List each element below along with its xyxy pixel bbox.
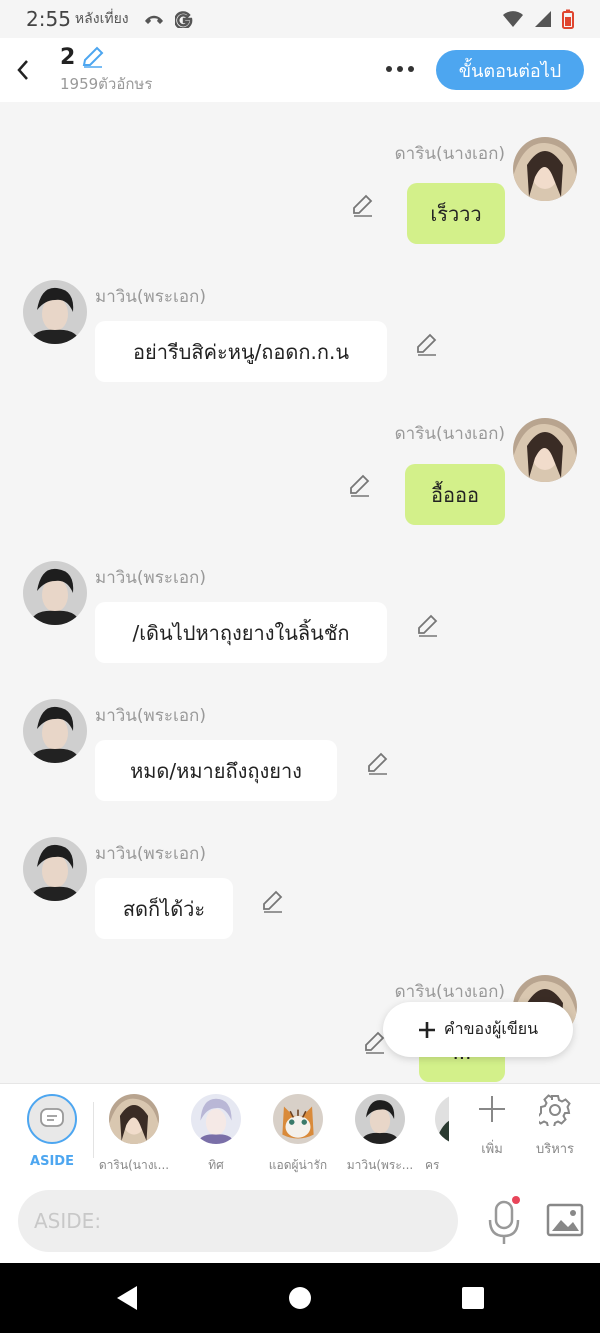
- sender-name: ดาริน(นางเอก): [394, 424, 505, 444]
- message-bubble[interactable]: อื้อออ: [405, 464, 505, 525]
- sender-name: ดาริน(นางเอก): [394, 982, 505, 1002]
- add-character-button[interactable]: เพิ่ม: [462, 1094, 522, 1159]
- character-admin[interactable]: แอดผู้น่ารัก: [253, 1094, 343, 1175]
- chat-bubble-icon: [40, 1108, 64, 1127]
- system-nav-bar: [0, 1263, 600, 1333]
- back-button[interactable]: [0, 47, 46, 93]
- edit-title-icon[interactable]: [81, 45, 105, 69]
- chat-area: ดาริน(นางเอก) เร็ววว มาวิน(พระเอก) อย่าร…: [0, 102, 600, 1082]
- sender-name: มาวิน(พระเอก): [95, 287, 206, 307]
- manage-label: บริหาร: [535, 1142, 575, 1157]
- avatar-mawin[interactable]: [23, 561, 87, 625]
- character-bar: ASIDE ดาริน(นางเ... ทิศ แอดผู้น่ารัก มาว…: [0, 1083, 600, 1178]
- character-mawin[interactable]: มาวิน(พระ...: [335, 1094, 425, 1175]
- nav-recents-button[interactable]: [458, 1283, 488, 1313]
- message-input[interactable]: [34, 1209, 458, 1233]
- edit-message-icon[interactable]: [350, 192, 376, 218]
- avatar-mawin[interactable]: [23, 699, 87, 763]
- message-bubble[interactable]: เร็ววว: [407, 183, 505, 244]
- sender-name: มาวิน(พระเอก): [95, 844, 206, 864]
- character-tit[interactable]: ทิศ: [171, 1094, 261, 1175]
- avatar-mawin[interactable]: [23, 837, 87, 901]
- google-icon: [174, 11, 192, 28]
- edit-message-icon[interactable]: [365, 750, 391, 776]
- battery-icon: [562, 9, 574, 29]
- wifi-icon: [503, 11, 523, 27]
- character-partial[interactable]: คร: [417, 1094, 449, 1175]
- call-icon: [144, 15, 163, 24]
- sender-name: ดาริน(นางเอก): [394, 144, 505, 164]
- message-bubble[interactable]: อย่ารีบสิค่ะหนู/ถอดก.ก.น: [95, 321, 387, 382]
- status-ampm: หลังเที่ยง: [74, 11, 129, 27]
- avatar-darin[interactable]: [513, 137, 577, 201]
- message-bubble[interactable]: สดก็ได้ว่ะ: [95, 878, 233, 939]
- nav-home-button[interactable]: [285, 1283, 315, 1313]
- triangle-back-icon: [117, 1286, 137, 1310]
- signal-icon: [535, 11, 551, 27]
- message-bubble[interactable]: /เดินไปหาถุงยางในลิ้นชัก: [95, 602, 387, 663]
- chevron-left-icon: [17, 60, 28, 80]
- sender-name: มาวิน(พระเอก): [95, 706, 206, 726]
- edit-message-icon[interactable]: [347, 472, 373, 498]
- status-bar: 2:55 หลังเที่ยง: [0, 0, 600, 38]
- avatar-darin[interactable]: [513, 418, 577, 482]
- writer-note-label: คำของผู้เขียน: [443, 1019, 539, 1038]
- add-label: เพิ่ม: [481, 1142, 503, 1157]
- microphone-icon[interactable]: [484, 1196, 524, 1246]
- edit-message-icon[interactable]: [414, 331, 440, 357]
- edit-message-icon[interactable]: [415, 612, 441, 638]
- next-step-button[interactable]: ขั้นตอนต่อไป: [436, 50, 584, 90]
- plus-icon: [418, 1021, 435, 1038]
- more-dots-icon: [386, 66, 414, 72]
- title-block: 2 1959ตัวอักษร: [60, 45, 152, 96]
- status-time: 2:55: [26, 7, 71, 31]
- manage-characters-button[interactable]: บริหาร: [525, 1094, 585, 1159]
- image-icon[interactable]: [545, 1200, 585, 1240]
- header: 2 1959ตัวอักษร ขั้นตอนต่อไป: [0, 38, 600, 102]
- avatar-mawin[interactable]: [23, 280, 87, 344]
- gear-icon: [539, 1094, 571, 1126]
- message-input-container: [18, 1190, 458, 1252]
- circle-home-icon: [289, 1287, 311, 1309]
- nav-back-button[interactable]: [112, 1283, 142, 1313]
- writer-note-button[interactable]: คำของผู้เขียน: [383, 1002, 573, 1057]
- screen: 2:55 หลังเที่ยง 2 1959ตัวอักษร ขั้นตอนต่…: [0, 0, 600, 1333]
- sender-name: มาวิน(พระเอก): [95, 568, 206, 588]
- input-bar: [0, 1178, 600, 1263]
- edit-message-icon[interactable]: [260, 888, 286, 914]
- character-count: 1959ตัวอักษร: [60, 74, 153, 93]
- chapter-number: 2: [60, 44, 76, 70]
- more-options-button[interactable]: [381, 54, 419, 84]
- character-darin[interactable]: ดาริน(นางเ...: [89, 1094, 179, 1175]
- aside-selector[interactable]: ASIDE: [22, 1094, 82, 1169]
- aside-label: ASIDE: [30, 1154, 74, 1169]
- message-bubble[interactable]: หมด/หมายถึงถุงยาง: [95, 740, 337, 801]
- plus-icon: [479, 1096, 505, 1122]
- square-recents-icon: [462, 1287, 484, 1309]
